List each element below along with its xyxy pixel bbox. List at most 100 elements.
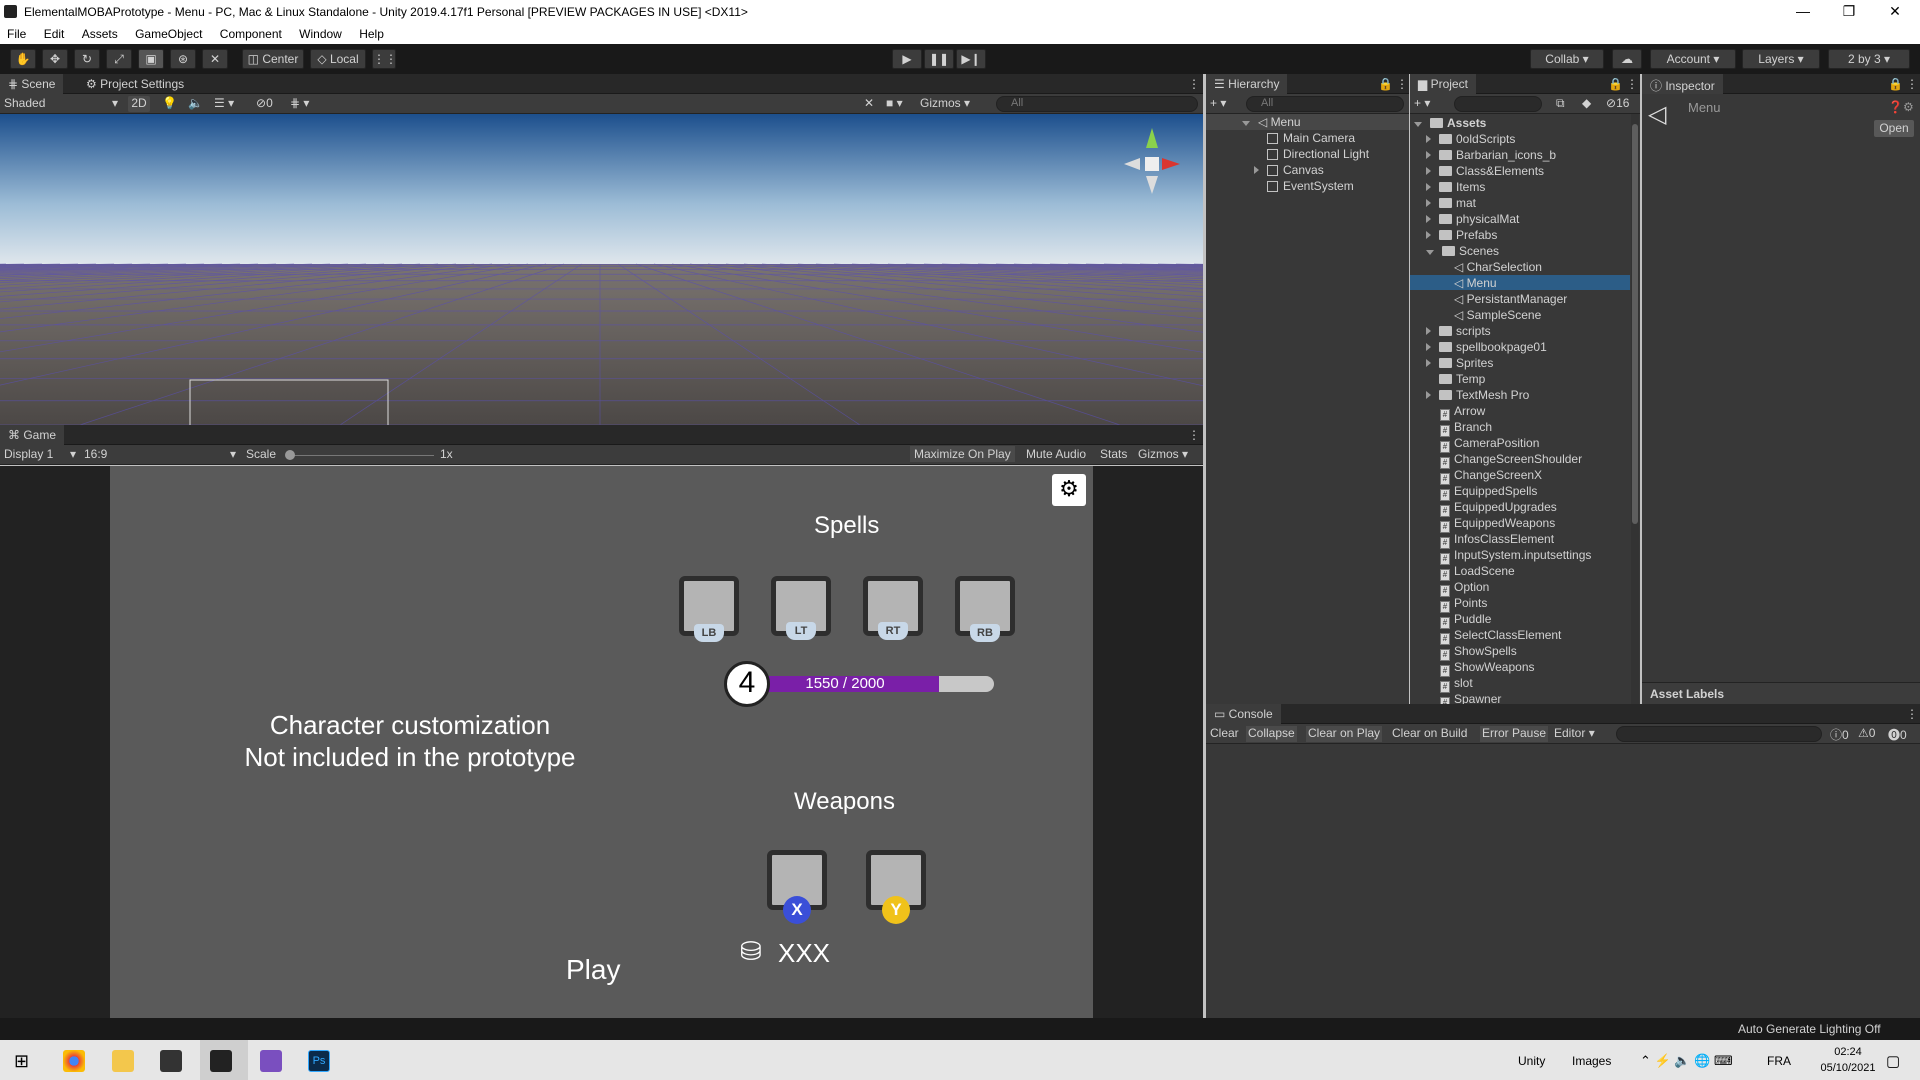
- game-more-icon[interactable]: ⋮: [1180, 425, 1208, 445]
- project-file-infosclasselement[interactable]: # InfosClassElement: [1440, 532, 1554, 549]
- project-folder-textmesh-pro[interactable]: TextMesh Pro: [1426, 388, 1529, 402]
- project-folder-temp[interactable]: Temp: [1426, 372, 1485, 386]
- project-scene-persistantmanager[interactable]: ◁ PersistantManager: [1454, 292, 1567, 306]
- project-file-equippedupgrades[interactable]: # EquippedUpgrades: [1440, 500, 1557, 517]
- console-collapse-toggle[interactable]: Collapse: [1246, 726, 1297, 742]
- language-indicator[interactable]: FRA: [1767, 1054, 1791, 1068]
- project-file-slot[interactable]: # slot: [1440, 676, 1473, 693]
- project-file-inputsystem-inputsettings[interactable]: # InputSystem.inputsettings: [1440, 548, 1591, 565]
- tray-icons[interactable]: ⌃ ⚡ 🔈 🌐 ⌨: [1640, 1053, 1733, 1069]
- taskbar-unity-toolbar[interactable]: Unity: [1518, 1054, 1545, 1068]
- clock-date[interactable]: 05/10/2021: [1814, 1062, 1882, 1074]
- menu-gameobject[interactable]: GameObject: [128, 24, 209, 44]
- tools-icon[interactable]: ✕: [864, 96, 874, 112]
- tab-project-settings[interactable]: ⚙ Project Settings: [78, 74, 192, 94]
- inspector-help-icon[interactable]: ❓⚙: [1888, 100, 1914, 114]
- unity-editor-icon[interactable]: [210, 1050, 232, 1072]
- menu-window[interactable]: Window: [292, 24, 349, 44]
- asset-labels-header[interactable]: Asset Labels: [1642, 682, 1920, 704]
- tab-game[interactable]: ⌘ Game: [0, 425, 65, 445]
- project-scene-samplescene[interactable]: ◁ SampleScene: [1454, 308, 1541, 322]
- menu-edit[interactable]: Edit: [37, 24, 72, 44]
- console-clear-on-build-toggle[interactable]: Clear on Build: [1392, 726, 1467, 742]
- file-explorer-icon[interactable]: [112, 1050, 134, 1072]
- custom-tool-icon[interactable]: ✕: [202, 49, 228, 69]
- notifications-icon[interactable]: ▢: [1886, 1052, 1900, 1070]
- play-button[interactable]: ▶: [892, 49, 922, 69]
- photoshop-icon[interactable]: Ps: [308, 1050, 330, 1072]
- windows-start-icon[interactable]: ⊞: [14, 1051, 29, 1072]
- pause-button[interactable]: ❚❚: [924, 49, 954, 69]
- tab-inspector[interactable]: ⓘ Inspector: [1642, 74, 1723, 94]
- project-file-cameraposition[interactable]: # CameraPosition: [1440, 436, 1539, 453]
- project-folder-0oldscripts[interactable]: 0oldScripts: [1426, 132, 1515, 146]
- project-folder-mat[interactable]: mat: [1426, 196, 1476, 210]
- effects-toggle-icon[interactable]: ☰ ▾: [214, 96, 234, 112]
- tab-hierarchy[interactable]: ☰ Hierarchy: [1206, 74, 1288, 94]
- project-file-changescreenshoulder[interactable]: # ChangeScreenShoulder: [1440, 452, 1582, 469]
- scene-search-input[interactable]: All: [996, 96, 1198, 112]
- maximize-on-play-toggle[interactable]: Maximize On Play: [910, 446, 1015, 462]
- project-folder-prefabs[interactable]: Prefabs: [1426, 228, 1497, 242]
- project-folder-class-elements[interactable]: Class&Elements: [1426, 164, 1544, 178]
- project-folder-barbarian-icons-b[interactable]: Barbarian_icons_b: [1426, 148, 1556, 162]
- project-scrollbar-thumb[interactable]: [1632, 124, 1638, 524]
- rotate-tool-icon[interactable]: ↻: [74, 49, 100, 69]
- settings-gear-icon[interactable]: ⚙: [1052, 474, 1086, 506]
- menu-component[interactable]: Component: [213, 24, 289, 44]
- rect-tool-icon[interactable]: ▣: [138, 49, 164, 69]
- project-scene-charselection[interactable]: ◁ CharSelection: [1454, 260, 1542, 274]
- project-file-changescreenx[interactable]: # ChangeScreenX: [1440, 468, 1542, 485]
- scene-viewport[interactable]: [0, 114, 1203, 425]
- lighting-toggle-icon[interactable]: 💡: [162, 96, 177, 112]
- hierarchy-item-canvas[interactable]: Canvas: [1254, 163, 1324, 177]
- pivot-local-button[interactable]: ◇ Local: [310, 49, 366, 69]
- search-by-type-icon[interactable]: ⧉: [1556, 96, 1565, 112]
- camera-dropdown-icon[interactable]: ■ ▾: [886, 96, 903, 112]
- step-button[interactable]: ▶❙: [956, 49, 986, 69]
- project-file-option[interactable]: # Option: [1440, 580, 1489, 597]
- console-log-toggle[interactable]: ⓘ0: [1830, 726, 1849, 742]
- maximize-button[interactable]: ❐: [1826, 0, 1872, 24]
- transform-tool-icon[interactable]: ⊛: [170, 49, 196, 69]
- minimize-button[interactable]: —: [1780, 0, 1826, 24]
- scale-tool-icon[interactable]: ⤢: [106, 49, 132, 69]
- hierarchy-search-input[interactable]: All: [1246, 96, 1404, 112]
- hierarchy-item-eventsystem[interactable]: EventSystem: [1267, 179, 1354, 193]
- grid-snap-icon[interactable]: ⋮⋮: [372, 49, 397, 69]
- console-clear-on-play-toggle[interactable]: Clear on Play: [1306, 726, 1383, 742]
- hidden-objects-toggle[interactable]: ⊘0: [256, 96, 273, 112]
- layers-dropdown[interactable]: Layers ▾: [1742, 49, 1820, 69]
- project-file-points[interactable]: # Points: [1440, 596, 1487, 613]
- tab-project[interactable]: ▆ Project: [1410, 74, 1476, 94]
- display-dropdown[interactable]: Display 1 ▾: [4, 447, 76, 463]
- project-file-branch[interactable]: # Branch: [1440, 420, 1492, 437]
- shading-dropdown[interactable]: Shaded ▾: [4, 96, 118, 112]
- hierarchy-item-main-camera[interactable]: Main Camera: [1267, 131, 1355, 145]
- project-folder-scenes[interactable]: Scenes: [1426, 244, 1499, 258]
- menu-help[interactable]: Help: [352, 24, 391, 44]
- gizmos-dropdown[interactable]: Gizmos ▾: [920, 96, 970, 112]
- scene-more-icon[interactable]: ⋮: [1180, 74, 1208, 94]
- project-root-assets[interactable]: Assets: [1414, 116, 1486, 130]
- console-error-toggle[interactable]: ⓿0: [1888, 726, 1907, 742]
- inspector-more-icon[interactable]: ⋮: [1898, 74, 1920, 94]
- lighting-status[interactable]: Auto Generate Lighting Off: [1738, 1022, 1881, 1036]
- play-button[interactable]: Play: [566, 954, 620, 986]
- layout-dropdown[interactable]: 2 by 3 ▾: [1828, 49, 1910, 69]
- console-search-input[interactable]: [1616, 726, 1822, 742]
- project-scrollbar[interactable]: [1631, 114, 1639, 704]
- project-file-selectclasselement[interactable]: # SelectClassElement: [1440, 628, 1561, 645]
- hand-tool-icon[interactable]: ✋: [10, 49, 36, 69]
- stats-toggle[interactable]: Stats: [1098, 446, 1129, 462]
- hierarchy-item-directional-light[interactable]: Directional Light: [1267, 147, 1369, 161]
- project-file-arrow[interactable]: # Arrow: [1440, 404, 1485, 421]
- grid-toggle-icon[interactable]: ⋕ ▾: [290, 96, 309, 112]
- 2d-toggle[interactable]: 2D: [128, 96, 150, 112]
- clock-time[interactable]: 02:24: [1818, 1046, 1878, 1058]
- console-more-icon[interactable]: ⋮: [1898, 704, 1920, 724]
- chrome-icon[interactable]: [63, 1050, 85, 1072]
- tab-console[interactable]: ▭ Console: [1206, 704, 1281, 724]
- tab-scene[interactable]: ⋕ Scene: [0, 74, 64, 94]
- project-file-loadscene[interactable]: # LoadScene: [1440, 564, 1515, 581]
